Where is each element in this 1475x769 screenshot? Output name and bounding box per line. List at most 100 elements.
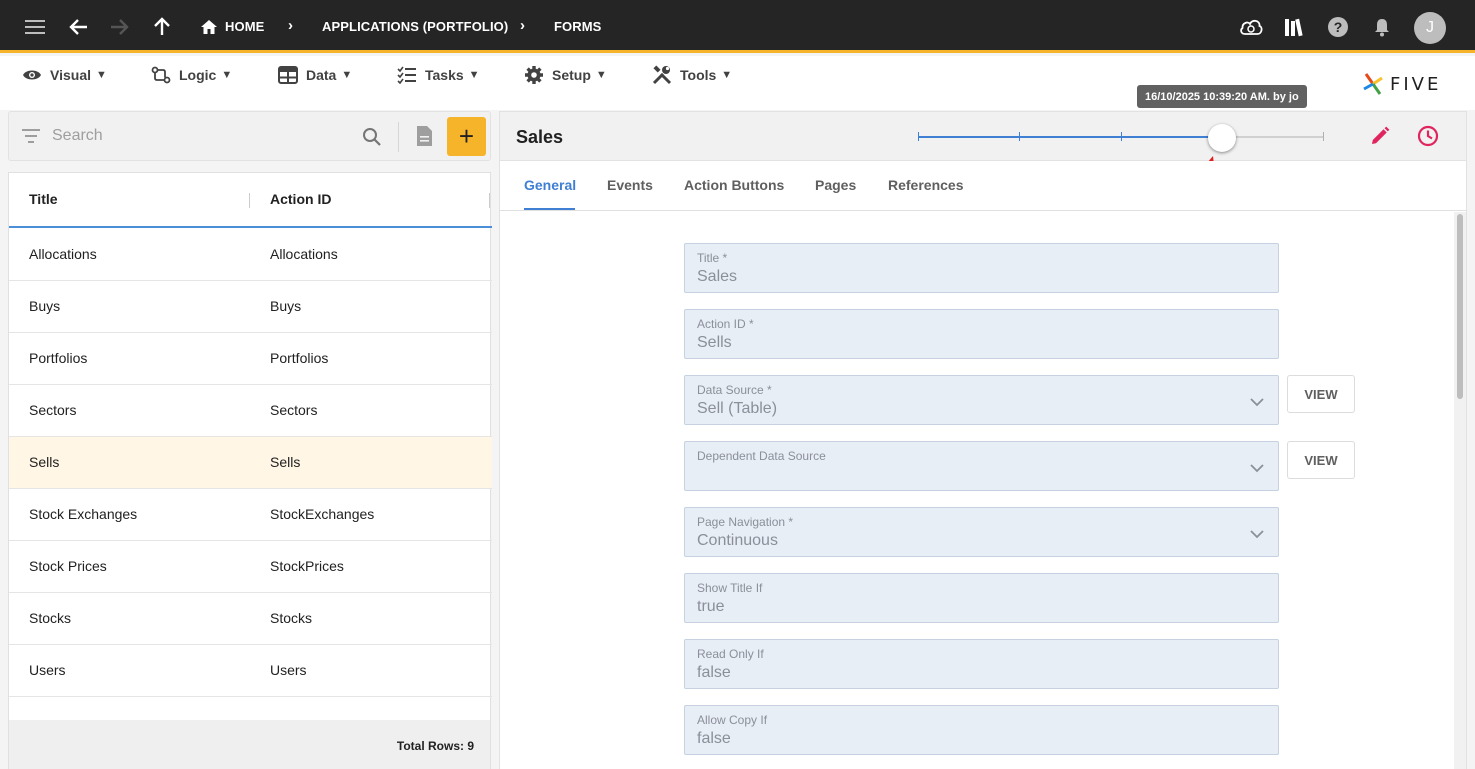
logic-icon [151,66,171,84]
back-arrow-icon[interactable] [66,14,92,40]
menu-tools[interactable]: Tools ▼ [652,64,732,86]
column-header-action-id[interactable]: Action ID [270,191,331,207]
data-source-view-button[interactable]: VIEW [1287,375,1355,413]
table-row[interactable]: Allocations Allocations [9,229,492,281]
svg-text:?: ? [1334,19,1343,35]
allow-copy-if-field[interactable]: Allow Copy If false [684,705,1279,755]
title-value: Sales [697,268,738,285]
up-arrow-icon[interactable] [149,14,175,40]
eye-icon [23,70,41,80]
filter-icon[interactable] [22,129,40,143]
tools-icon [652,65,672,85]
caret-down-icon: ▼ [221,69,233,81]
cell-action-id: Allocations [270,246,338,262]
form-title: Sales [516,127,564,147]
hamburger-menu-icon[interactable] [22,14,48,40]
five-logo-icon [1363,73,1383,95]
table-row[interactable]: Buys Buys [9,281,492,333]
chevron-down-icon[interactable] [1250,394,1264,412]
menu-setup[interactable]: Setup ▼ [524,64,607,86]
data-source-field[interactable]: Data Source * Sell (Table) [684,375,1279,425]
menu-data[interactable]: Data ▼ [278,64,352,86]
read-only-if-value: false [697,664,731,681]
cell-action-id: Sectors [270,402,318,418]
document-icon[interactable] [415,125,433,147]
show-title-if-field[interactable]: Show Title If true [684,573,1279,623]
title-label: Title * [697,251,728,265]
tab-references[interactable]: References [888,177,964,193]
slider-thumb[interactable] [1207,124,1236,152]
breadcrumb-separator-icon: › [288,17,293,34]
notifications-bell-icon[interactable] [1369,14,1395,40]
dependent-data-source-field[interactable]: Dependent Data Source [684,441,1279,491]
action-id-field[interactable]: Action ID * Sells [684,309,1279,359]
allow-copy-if-value: false [697,730,731,747]
table-row[interactable]: Sells Sells [9,437,492,489]
table-icon [278,66,298,84]
show-title-if-value: true [697,598,725,615]
cell-action-id: Users [270,662,307,678]
breadcrumb-forms[interactable]: FORMS [554,19,601,34]
user-avatar[interactable]: J [1414,12,1446,44]
table-row[interactable]: Sectors Sectors [9,385,492,437]
breadcrumb-home[interactable]: HOME [225,19,264,34]
cell-title: Users [29,662,66,678]
cell-action-id: Stocks [270,610,313,626]
slider-tick[interactable] [1323,132,1324,141]
title-field[interactable]: Title * Sales [684,243,1279,293]
cell-title: Stock Exchanges [29,506,138,522]
history-clock-icon[interactable] [1417,125,1439,147]
tab-events[interactable]: Events [607,177,653,193]
chevron-down-icon[interactable] [1250,526,1264,544]
tab-general[interactable]: General [524,177,576,193]
add-record-button[interactable]: + [447,117,486,156]
column-divider[interactable] [249,193,250,208]
scrollbar-thumb[interactable] [1457,214,1463,399]
menu-data-label: Data [306,67,337,83]
tab-pages[interactable]: Pages [815,177,856,193]
table-row[interactable]: Users Users [9,645,492,697]
cell-title: Sectors [29,402,77,418]
column-divider[interactable] [489,193,490,208]
cell-title: Stocks [29,610,72,626]
slider-tick[interactable] [1120,132,1122,141]
forms-table: Title Action ID Allocations Allocations Bu… [8,172,492,769]
gear-icon [525,66,543,84]
dependent-data-source-view-button[interactable]: VIEW [1287,441,1355,479]
five-logo: FIVE [1362,72,1441,96]
table-row[interactable]: Stock Exchanges StockExchanges [9,489,492,541]
menu-logic[interactable]: Logic ▼ [151,64,232,86]
forward-arrow-icon[interactable] [106,14,132,40]
edit-pencil-icon[interactable] [1370,126,1390,146]
home-icon[interactable] [198,14,220,40]
library-icon[interactable] [1281,14,1307,40]
cell-title: Portfolios [29,350,88,366]
table-row[interactable]: Portfolios Portfolios [9,333,492,385]
search-icon[interactable] [362,127,382,147]
chevron-down-icon[interactable] [1250,460,1264,478]
cell-title: Sells [29,454,60,470]
table-row[interactable]: Stock Prices StockPrices [9,541,492,593]
action-id-label: Action ID * [697,317,754,331]
slider-tick[interactable] [918,132,919,141]
breadcrumb-separator-icon: › [520,17,525,34]
caret-down-icon: ▼ [595,69,607,81]
read-only-if-field[interactable]: Read Only If false [684,639,1279,689]
table-row[interactable]: Stocks Stocks [9,593,492,645]
slider-tick[interactable] [1019,132,1021,141]
page-navigation-field[interactable]: Page Navigation * Continuous [684,507,1279,557]
caret-down-icon: ▼ [721,69,733,81]
tab-action-buttons[interactable]: Action Buttons [684,177,784,193]
menu-tasks[interactable]: Tasks ▼ [397,64,480,86]
cloud-sync-icon[interactable] [1238,14,1264,40]
cell-action-id: Sells [270,454,301,470]
divider [398,122,399,152]
menu-visual[interactable]: Visual ▼ [22,64,107,86]
dependent-data-source-label: Dependent Data Source [697,449,826,463]
total-rows-label: Total Rows: 9 [396,739,474,753]
caret-down-icon: ▼ [341,69,353,81]
breadcrumb-applications[interactable]: APPLICATIONS (PORTFOLIO) [322,19,508,34]
help-icon[interactable]: ? [1325,14,1351,40]
search-input[interactable] [52,125,352,147]
column-header-title[interactable]: Title [29,191,58,207]
